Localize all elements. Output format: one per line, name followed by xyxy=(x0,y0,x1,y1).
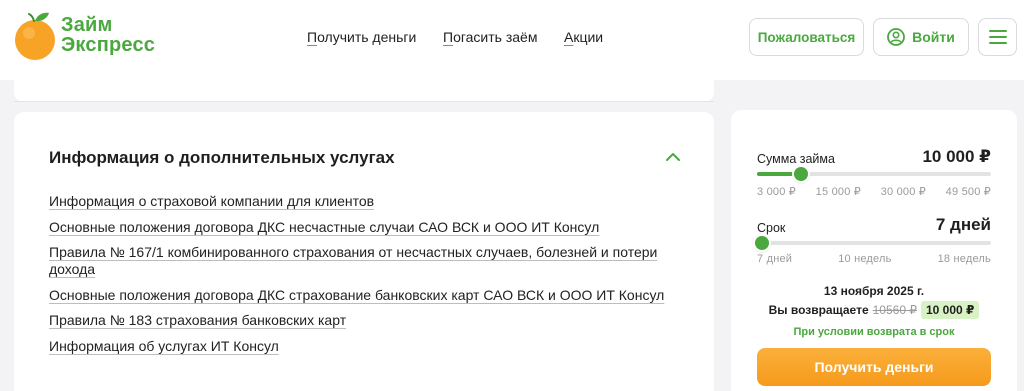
hamburger-icon xyxy=(988,30,1007,44)
previous-card-bottom xyxy=(14,80,714,102)
amount-value: 10 000 ₽ xyxy=(922,147,991,166)
login-label: Войти xyxy=(912,29,955,45)
amount-slider-handle[interactable] xyxy=(794,167,809,181)
nav-promotions-rest: кции xyxy=(573,29,604,45)
nav-get-money-first-letter: П xyxy=(307,29,318,45)
site-header: Займ Экспресс Получить деньги Погасить з… xyxy=(0,0,1024,80)
menu-button[interactable] xyxy=(978,18,1017,56)
amount-tick: 3 000 ₽ xyxy=(757,186,796,198)
additional-services-title: Информация о дополнительных услугах xyxy=(49,148,395,167)
term-slider-handle[interactable] xyxy=(755,236,769,250)
return-condition: При условии возврата в срок xyxy=(793,326,955,338)
term-tick: 18 недель xyxy=(937,253,991,265)
amount-tick: 30 000 ₽ xyxy=(880,186,926,198)
service-link[interactable]: Правила № 167/1 комбинированного страхов… xyxy=(49,244,657,277)
amount-slider[interactable] xyxy=(757,167,991,181)
list-item[interactable]: Основные положения договора ДКС страхова… xyxy=(49,287,679,304)
return-old-amount: 10560 ₽ xyxy=(872,303,917,317)
services-links-list: Информация о страховой компании для клие… xyxy=(49,193,679,363)
list-item[interactable]: Информация об услугах ИТ Консул xyxy=(49,338,679,355)
nav-promotions-first-letter: А xyxy=(564,29,574,45)
complain-button[interactable]: Пожаловаться xyxy=(749,18,864,56)
loan-calculator: Сумма займа 10 000 ₽ 3 000 ₽ 15 000 ₽ 30… xyxy=(731,110,1017,391)
service-link[interactable]: Информация об услугах ИТ Консул xyxy=(49,338,279,354)
return-new-amount: 10 000 ₽ xyxy=(920,301,980,319)
term-slider[interactable] xyxy=(755,236,991,250)
term-ticks: 7 дней 10 недель 18 недель xyxy=(757,253,991,265)
login-button[interactable]: Войти xyxy=(873,18,969,56)
term-tick: 10 недель xyxy=(838,253,892,265)
return-label: Вы возвращаете xyxy=(768,303,869,317)
nav-promotions[interactable]: Акции xyxy=(564,29,603,45)
amount-label: Сумма займа xyxy=(757,152,835,166)
nav-get-money[interactable]: Получить деньги xyxy=(307,29,416,45)
logo-text: Займ Экспресс xyxy=(61,15,155,55)
return-date: 13 ноября 2025 г. xyxy=(823,284,925,298)
term-value: 7 дней xyxy=(935,215,991,234)
list-item[interactable]: Правила № 183 страхования банковских кар… xyxy=(49,312,679,329)
amount-tick: 49 500 ₽ xyxy=(945,186,991,198)
logo-line-2: Экспресс xyxy=(61,34,156,56)
divider xyxy=(14,101,714,102)
nav-get-money-rest: олучить деньги xyxy=(317,29,417,45)
user-icon xyxy=(887,28,906,46)
amount-ticks: 3 000 ₽ 15 000 ₽ 30 000 ₽ 49 500 ₽ xyxy=(757,185,991,198)
term-label: Срок xyxy=(757,221,786,235)
additional-services-card: Информация о дополнительных услугах Инфо… xyxy=(14,112,714,391)
get-money-button[interactable]: Получить деньги xyxy=(757,348,991,386)
service-link[interactable]: Основные положения договора ДКС несчастн… xyxy=(49,219,599,235)
list-item[interactable]: Правила № 167/1 комбинированного страхов… xyxy=(49,244,679,278)
nav-repay-loan-first-letter: П xyxy=(443,29,454,45)
list-item[interactable]: Основные положения договора ДКС несчастн… xyxy=(49,219,679,236)
logo[interactable]: Займ Экспресс xyxy=(13,9,173,65)
service-link[interactable]: Основные положения договора ДКС страхова… xyxy=(49,287,664,303)
term-tick: 7 дней xyxy=(757,253,793,265)
return-amount-row: Вы возвращаете 10560 ₽ 10 000 ₽ xyxy=(731,301,1017,319)
chevron-up-icon[interactable] xyxy=(664,150,682,164)
amount-tick: 15 000 ₽ xyxy=(815,186,861,198)
nav-repay-loan[interactable]: Погасить заём xyxy=(443,29,537,45)
service-link[interactable]: Информация о страховой компании для клие… xyxy=(49,193,374,209)
nav-repay-loan-rest: огасить заём xyxy=(453,29,538,45)
list-item[interactable]: Информация о страховой компании для клие… xyxy=(49,193,679,210)
orange-logo-icon xyxy=(15,12,55,60)
logo-line-1: Займ xyxy=(61,14,113,36)
service-link[interactable]: Правила № 183 страхования банковских кар… xyxy=(49,312,346,328)
